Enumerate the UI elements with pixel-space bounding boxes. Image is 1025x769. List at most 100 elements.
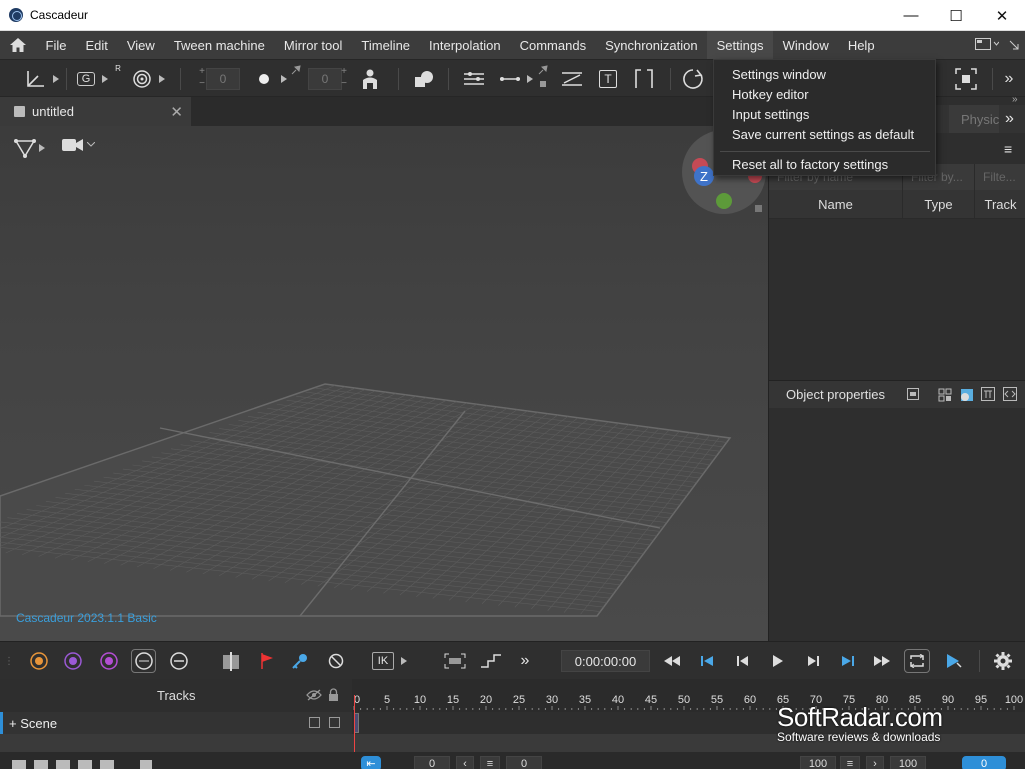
menu-edit[interactable]: Edit (76, 31, 117, 59)
hamburger-menu-icon[interactable]: ≡ (1004, 141, 1012, 157)
range-offset-field[interactable]: 0 (506, 756, 542, 769)
close-button[interactable]: ✕ (979, 0, 1025, 31)
expand-corner-icon[interactable] (1009, 38, 1019, 53)
play-icon[interactable] (769, 651, 787, 671)
dropdown-arrow-icon[interactable] (101, 67, 109, 91)
panel-collapse-icon[interactable]: » (1012, 94, 1018, 105)
maximize-button[interactable]: ☐ (933, 0, 979, 31)
menu-help[interactable]: Help (838, 31, 884, 59)
play-selection-icon[interactable] (944, 651, 964, 671)
next-frame-icon[interactable] (804, 651, 822, 671)
menu-interpolation[interactable]: Interpolation (420, 31, 511, 59)
column-track[interactable]: Track (975, 190, 1025, 219)
material-icon[interactable] (960, 388, 974, 405)
document-tab[interactable]: untitled ✕ (0, 97, 191, 126)
spiral-tool-icon[interactable] (131, 67, 153, 91)
dropdown-arrow-icon[interactable] (52, 67, 60, 91)
menu-timeline[interactable]: Timeline (352, 31, 420, 59)
red-flag-icon[interactable] (258, 651, 276, 671)
scene-track-row[interactable]: + Scene (0, 712, 352, 734)
camera-icon[interactable] (62, 138, 95, 152)
code-icon[interactable] (1003, 387, 1017, 404)
pin-icon[interactable] (290, 63, 302, 77)
menu-tween-machine[interactable]: Tween machine (164, 31, 274, 59)
menu-settings[interactable]: Settings (707, 31, 774, 59)
next-range-button[interactable]: › (866, 756, 884, 769)
range-menu-button[interactable]: ≡ (480, 756, 500, 769)
prev-frame-icon[interactable] (734, 651, 752, 671)
lock-checkbox[interactable] (329, 717, 340, 728)
purple-target-icon[interactable] (63, 651, 83, 671)
rotate-icon[interactable] (681, 67, 705, 91)
range-start-field[interactable]: 0 (414, 756, 450, 769)
numeric-field-a[interactable]: 0 (206, 68, 240, 90)
drag-handle-icon[interactable]: ⋮ (4, 651, 14, 671)
dropdown-arrow-icon[interactable] (400, 651, 408, 671)
magenta-target-icon[interactable] (99, 651, 119, 671)
fit-frame-icon[interactable] (444, 651, 466, 671)
menu-item-hotkey-editor[interactable]: Hotkey editor (732, 87, 809, 102)
character-icon[interactable] (358, 67, 382, 91)
grid-icon[interactable] (938, 388, 952, 405)
pin-lock-icon[interactable] (537, 64, 549, 90)
range-menu-button-2[interactable]: ≡ (840, 756, 860, 769)
minus-circle-icon[interactable] (169, 651, 189, 671)
menu-file[interactable]: File (36, 31, 76, 59)
keyframe-icon[interactable] (220, 651, 242, 671)
menu-item-input-settings[interactable]: Input settings (732, 107, 809, 122)
close-tab-icon[interactable]: ✕ (170, 103, 183, 121)
menu-window[interactable]: Window (773, 31, 838, 59)
key-icon[interactable] (290, 651, 310, 671)
visibility-checkbox[interactable] (309, 717, 320, 728)
lock-icon[interactable] (328, 688, 339, 704)
menu-synchronization[interactable]: Synchronization (596, 31, 708, 59)
ik-button[interactable]: IK (372, 652, 394, 670)
menu-item-settings-window[interactable]: Settings window (732, 67, 826, 82)
tab-physics[interactable]: Physic (949, 105, 999, 133)
hide-eye-icon[interactable] (306, 689, 322, 704)
gizmo-g-icon[interactable]: G (76, 67, 96, 91)
menu-mirror-tool[interactable]: Mirror tool (274, 31, 352, 59)
playhead[interactable] (354, 695, 355, 752)
point-icon[interactable] (256, 67, 272, 91)
filter-by-track-input[interactable]: Filte... (975, 164, 1025, 190)
interval-target-icon[interactable] (131, 649, 156, 673)
layout-icon[interactable] (975, 37, 1000, 53)
toolbar-overflow-icon[interactable]: » (1001, 67, 1017, 91)
home-icon[interactable] (0, 31, 36, 59)
timeline-overflow-icon[interactable]: » (518, 651, 532, 671)
go-to-start-icon[interactable] (699, 651, 717, 671)
menu-item-save-default[interactable]: Save current settings as default (732, 127, 914, 142)
rewind-icon[interactable] (663, 651, 681, 671)
disable-icon[interactable] (326, 651, 346, 671)
menu-item-reset-factory[interactable]: Reset all to factory settings (732, 157, 888, 172)
minimize-button[interactable]: — (888, 0, 934, 31)
step-interpolation-icon[interactable] (480, 651, 502, 671)
panel-overflow-icon[interactable]: » (1005, 110, 1014, 128)
range-end-field[interactable]: 100 (800, 756, 836, 769)
focus-frame-icon[interactable] (954, 67, 978, 91)
prev-range-button[interactable]: ‹ (456, 756, 474, 769)
trajectory-icon[interactable] (462, 67, 486, 91)
go-to-end-icon[interactable] (838, 651, 856, 671)
footer-tools-icons[interactable] (12, 758, 152, 769)
menu-commands[interactable]: Commands (510, 31, 595, 59)
panel-icon[interactable] (907, 388, 919, 403)
dropdown-arrow-icon[interactable] (526, 67, 534, 91)
fast-forward-icon[interactable] (873, 651, 891, 671)
column-type[interactable]: Type (903, 190, 975, 219)
current-time-display[interactable]: 0:00:00:00 (561, 650, 650, 672)
plus-minus-stepper[interactable]: + − (339, 64, 349, 92)
menu-view[interactable]: View (117, 31, 164, 59)
range-start-button[interactable]: ⇤ (361, 756, 381, 769)
curve-icon[interactable] (498, 67, 522, 91)
brackets-icon[interactable] (632, 67, 656, 91)
numeric-field-b[interactable]: 0 (308, 68, 342, 90)
text-tool-icon[interactable]: T (597, 67, 619, 91)
orange-target-icon[interactable] (29, 651, 49, 671)
dropdown-arrow-icon[interactable] (280, 67, 288, 91)
selection-mode-icon[interactable] (14, 138, 45, 158)
loop-icon[interactable] (904, 649, 930, 673)
dropdown-arrow-icon[interactable] (158, 67, 166, 91)
column-name[interactable]: Name (769, 190, 903, 219)
